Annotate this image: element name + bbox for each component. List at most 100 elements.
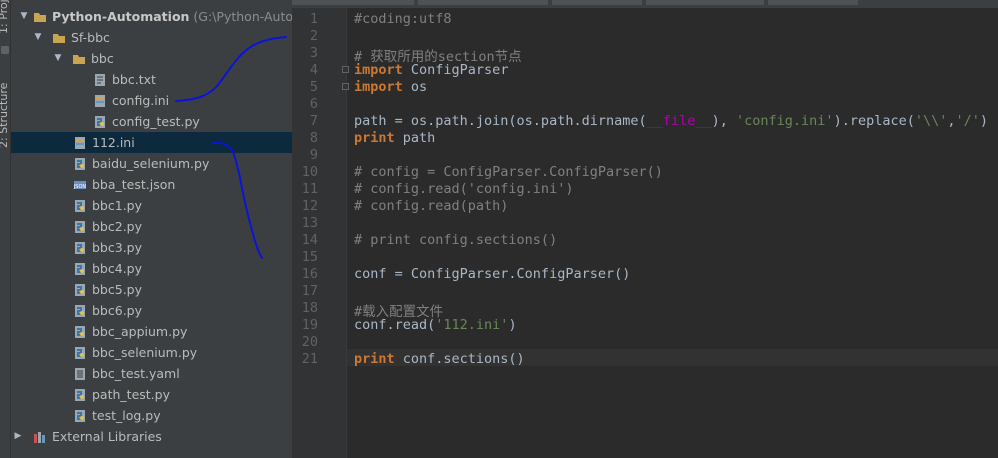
tree-item-label: bbc.txt	[112, 72, 156, 87]
line-number: 3	[309, 45, 318, 61]
code-text: ),	[711, 113, 737, 129]
yaml-file-icon	[75, 368, 85, 380]
tree-item-112-ini[interactable]: 112.ini	[11, 132, 292, 153]
editor-tab[interactable]	[768, 0, 858, 5]
python-file-icon	[75, 242, 85, 254]
tree-item-bbc1-py[interactable]: bbc1.py	[11, 195, 292, 216]
line-number: 5	[309, 79, 318, 95]
tree-item-label: bbc	[91, 51, 114, 66]
tree-item-bbc-txt[interactable]: bbc.txt	[11, 69, 292, 90]
tree-item-label: bbc_selenium.py	[92, 345, 198, 360]
python-file-icon	[75, 263, 85, 275]
line-number: 15	[301, 249, 318, 265]
svg-text:JSON: JSON	[73, 184, 86, 190]
library-icon	[34, 432, 45, 443]
line-number: 1	[309, 11, 318, 27]
editor-tab[interactable]	[292, 0, 414, 5]
tree-item-sf-bbc[interactable]: ▼ Sf-bbc	[11, 27, 292, 48]
project-panel: ▼ Python-Automation (G:\Python-Automat ▼…	[11, 0, 292, 458]
tree-item-label: Sf-bbc	[71, 30, 110, 45]
tree-item-config-test-py[interactable]: config_test.py	[11, 111, 292, 132]
python-file-icon	[75, 200, 85, 212]
tree-item-bbc6-py[interactable]: bbc6.py	[11, 300, 292, 321]
tree-item-label: test_log.py	[92, 408, 161, 423]
folder-icon	[73, 55, 85, 64]
tree-item-label: bbc5.py	[92, 282, 142, 297]
tree-item-bbc5-py[interactable]: bbc5.py	[11, 279, 292, 300]
code-text: ).replace(	[833, 113, 915, 129]
python-file-icon	[75, 347, 85, 359]
code-line-21: print conf.sections()	[354, 351, 525, 368]
code-line-12: # config.read(path)	[354, 198, 509, 214]
tree-item-label: bbc1.py	[92, 198, 142, 213]
code-line-3: # 获取所用的section节点	[354, 49, 522, 65]
python-file-icon	[75, 410, 85, 422]
code-text: path = os.path.join(os.path.dirname(	[354, 113, 647, 129]
editor-tab[interactable]	[552, 0, 642, 5]
tree-item-label: config_test.py	[112, 114, 200, 129]
code-line-10: # config = ConfigParser.ConfigParser()	[354, 164, 663, 180]
editor-tab[interactable]	[418, 0, 548, 5]
tree-item-label: bbc_test.yaml	[92, 366, 180, 381]
line-number: 10	[301, 164, 318, 180]
tree-item-label: bbc2.py	[92, 219, 142, 234]
tree-item-config-ini[interactable]: config.ini	[11, 90, 292, 111]
line-number-gutter: 1 2 3 4 5 6 7 8 9 10 11 12 13 14 15 16 1…	[292, 8, 349, 458]
expand-arrow-icon[interactable]: ▼	[33, 27, 43, 48]
expand-arrow-icon[interactable]: ▼	[19, 6, 29, 27]
tree-item-label: baidu_selenium.py	[92, 156, 210, 171]
project-root[interactable]: ▼ Python-Automation (G:\Python-Automat	[11, 6, 292, 27]
tree-item-label: bbc6.py	[92, 303, 142, 318]
code-line-18: #载入配置文件	[354, 304, 444, 320]
tree-item-label: bbc3.py	[92, 240, 142, 255]
tree-item-bbc-test-yaml[interactable]: bbc_test.yaml	[11, 363, 292, 384]
tree-item-bbc2-py[interactable]: bbc2.py	[11, 216, 292, 237]
line-number: 13	[301, 215, 318, 231]
tree-item-bbc3-py[interactable]: bbc3.py	[11, 237, 292, 258]
line-number: 16	[301, 266, 318, 282]
keyword: import	[354, 79, 403, 95]
python-file-icon	[95, 116, 105, 128]
tree-item-external-libraries[interactable]: ▶ External Libraries	[11, 426, 292, 447]
python-file-icon	[75, 221, 85, 233]
code-line-4: import ConfigParser	[354, 62, 508, 79]
tree-item-bbc-appium-py[interactable]: bbc_appium.py	[11, 321, 292, 342]
code-text: os	[402, 79, 428, 95]
code-line-5: import os	[354, 79, 427, 96]
project-root-path: (G:\Python-Automat	[193, 9, 292, 24]
line-number: 14	[301, 232, 318, 248]
fold-marker-icon[interactable]	[342, 83, 349, 90]
code-text: )	[979, 113, 989, 129]
fold-marker-icon[interactable]	[342, 66, 349, 73]
code-line-16: conf = ConfigParser.ConfigParser()	[354, 266, 631, 282]
structure-icon	[1, 46, 9, 54]
tree-item-bba-test-json[interactable]: JSON bba_test.json	[11, 174, 292, 195]
expand-arrow-icon[interactable]: ▶	[13, 426, 23, 447]
code-text: conf.sections()	[394, 351, 525, 367]
expand-arrow-icon[interactable]: ▼	[53, 48, 63, 69]
tree-item-test-log-py[interactable]: test_log.py	[11, 405, 292, 426]
tree-item-label: bba_test.json	[92, 177, 176, 192]
text-file-icon	[95, 74, 105, 86]
line-number: 11	[301, 181, 318, 197]
tree-item-bbc4-py[interactable]: bbc4.py	[11, 258, 292, 279]
ini-file-icon	[75, 137, 85, 149]
tree-item-label: config.ini	[112, 93, 170, 108]
line-number: 19	[301, 317, 318, 333]
tool-window-strip: 1: Project 2: Structure	[0, 0, 11, 458]
editor-tab[interactable]	[646, 0, 764, 5]
line-number: 21	[301, 351, 318, 367]
tree-item-baidu-selenium-py[interactable]: baidu_selenium.py	[11, 153, 292, 174]
keyword: print	[354, 130, 395, 146]
tree-item-bbc-selenium-py[interactable]: bbc_selenium.py	[11, 342, 292, 363]
tree-item-bbc[interactable]: ▼ bbc	[11, 48, 292, 69]
dunder-name: __file__	[646, 113, 712, 129]
code-line-1: #coding:utf8	[354, 11, 452, 27]
code-editor[interactable]: #coding:utf8 # 获取所用的section节点 import Con…	[354, 8, 998, 367]
keyword: print	[354, 351, 395, 367]
tree-item-path-test-py[interactable]: path_test.py	[11, 384, 292, 405]
line-number: 17	[301, 283, 318, 299]
tree-item-label: bbc_appium.py	[92, 324, 188, 339]
folder-icon	[53, 34, 65, 43]
ini-file-icon	[95, 95, 105, 107]
